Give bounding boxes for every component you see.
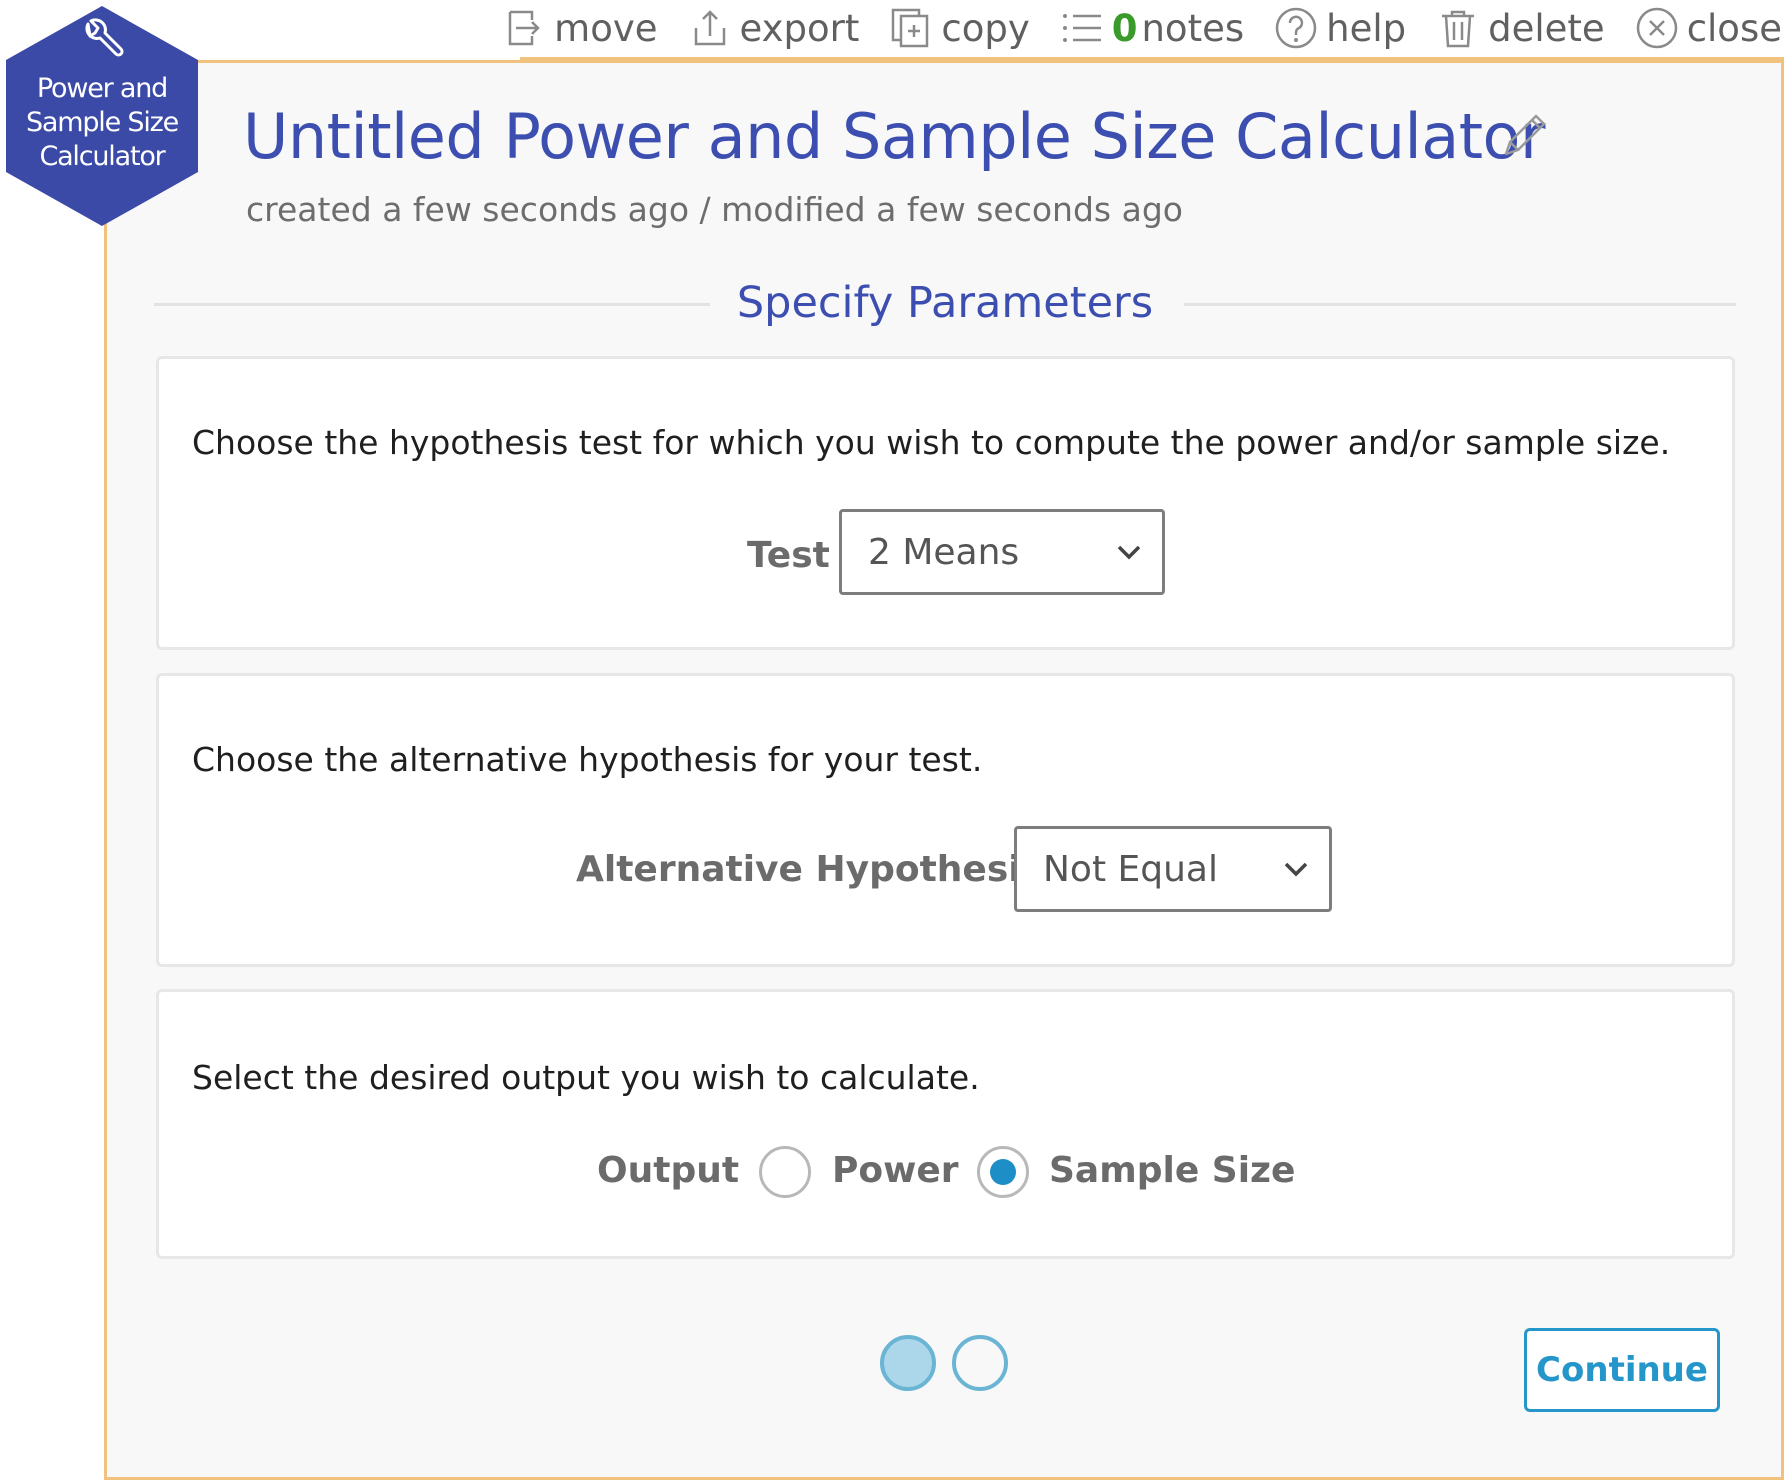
help-button[interactable]: help [1274,6,1406,50]
page-dot-1[interactable] [880,1335,936,1391]
output-prompt: Select the desired output you wish to ca… [192,1058,980,1097]
chevron-down-icon [1284,862,1308,877]
trash-icon [1442,10,1475,48]
continue-button[interactable]: Continue [1524,1328,1720,1412]
copy-icon [892,8,929,48]
export-icon [694,10,725,46]
badge-label: Power and Sample Size Calculator [2,72,202,174]
notes-label: notes [1141,6,1245,50]
copy-button[interactable]: copy [889,6,1030,50]
page-dot-2[interactable] [952,1335,1008,1391]
move-label: move [554,6,658,50]
close-label: close [1686,6,1782,50]
delete-button[interactable]: delete [1436,6,1605,50]
power-radio[interactable] [759,1146,811,1198]
move-icon [508,10,540,46]
sample-size-radio[interactable] [977,1146,1029,1198]
output-panel: Select the desired output you wish to ca… [156,989,1735,1259]
alternative-label: Alternative Hypothesis [576,849,1043,890]
alternative-select-value: Not Equal [1043,848,1218,890]
test-select[interactable]: 2 Means [839,509,1165,595]
toolbar: move export copy 0 notes help delete clo… [472,0,1782,56]
notes-count: 0 [1111,6,1138,50]
badge-label-line2: Sample Size [25,107,179,138]
alternative-select[interactable]: Not Equal [1014,826,1332,912]
test-select-value: 2 Means [868,531,1020,573]
test-panel: Choose the hypothesis test for which you… [156,356,1735,650]
move-button[interactable]: move [502,6,658,50]
badge-label-line3: Calculator [39,141,165,172]
close-icon [1636,7,1677,49]
wrench-icon [85,18,124,57]
close-button[interactable]: close [1635,6,1782,50]
sample-size-radio-label[interactable]: Sample Size [1049,1150,1295,1191]
chevron-down-icon [1117,545,1141,560]
alternative-panel: Choose the alternative hypothesis for yo… [156,673,1735,967]
pencil-icon[interactable] [1498,110,1546,162]
timestamps: created a few seconds ago / modified a f… [246,190,1183,229]
section-title: Specify Parameters [736,278,1154,328]
copy-label: copy [941,6,1030,50]
page-title: Untitled Power and Sample Size Calculato… [243,100,1545,173]
export-label: export [739,6,860,50]
power-radio-label[interactable]: Power [832,1150,959,1191]
output-label: Output [597,1150,740,1191]
list-icon [1062,14,1101,42]
test-prompt: Choose the hypothesis test for which you… [192,423,1671,462]
help-icon [1275,7,1317,49]
delete-label: delete [1488,6,1605,50]
alternative-prompt: Choose the alternative hypothesis for yo… [192,740,983,779]
test-label: Test [747,535,830,576]
badge-label-line1: Power and [36,73,168,104]
app-badge: Power and Sample Size Calculator [2,4,202,228]
export-button[interactable]: export [688,6,860,50]
help-label: help [1326,6,1407,50]
notes-button[interactable]: 0 notes [1060,6,1244,50]
